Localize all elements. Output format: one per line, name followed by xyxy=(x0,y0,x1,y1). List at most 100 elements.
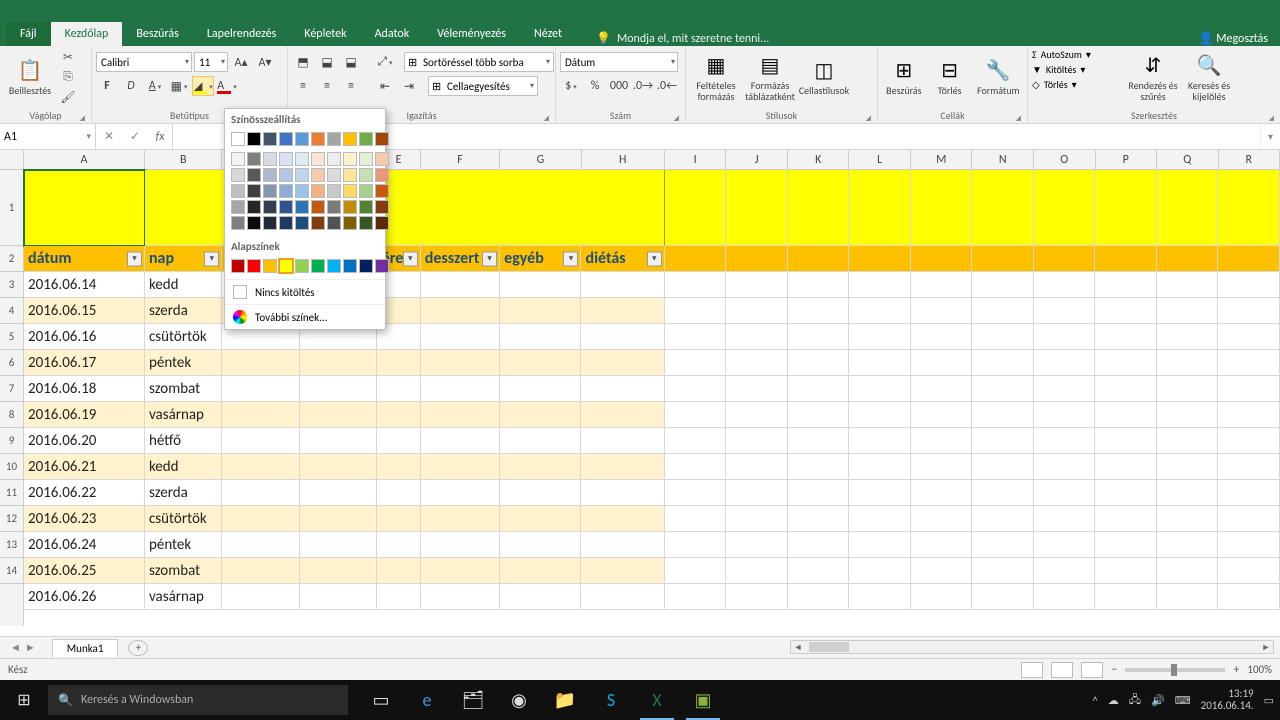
color-swatch[interactable] xyxy=(327,259,341,273)
cell[interactable] xyxy=(911,584,973,610)
col-head-Q[interactable]: Q xyxy=(1157,150,1219,169)
color-swatch[interactable] xyxy=(295,168,309,182)
color-swatch[interactable] xyxy=(279,132,293,146)
cell[interactable] xyxy=(377,350,421,376)
horizontal-scrollbar[interactable]: ◄► xyxy=(790,640,1274,654)
row-head-3[interactable]: 3 xyxy=(0,272,23,298)
color-swatch[interactable] xyxy=(311,132,325,146)
delete-cells-button[interactable]: ⊟Törlés xyxy=(928,48,972,106)
volume-icon[interactable]: 🔊 xyxy=(1151,694,1165,707)
shrink-font-button[interactable]: A▾ xyxy=(254,52,276,72)
cell[interactable] xyxy=(788,246,850,272)
cell[interactable] xyxy=(972,532,1034,558)
cell[interactable] xyxy=(726,428,788,454)
fx-icon[interactable]: fx xyxy=(148,130,172,144)
normal-view-button[interactable] xyxy=(1021,662,1043,678)
cell[interactable] xyxy=(1218,376,1280,402)
tab-beszúrás[interactable]: Beszúrás xyxy=(122,22,193,46)
col-head-R[interactable]: R xyxy=(1219,150,1280,169)
color-swatch[interactable] xyxy=(327,132,341,146)
cell[interactable] xyxy=(500,170,581,246)
color-swatch[interactable] xyxy=(311,168,325,182)
color-swatch[interactable] xyxy=(231,259,245,273)
cancel-formula-button[interactable]: ✕ xyxy=(96,129,122,144)
cell[interactable] xyxy=(1218,532,1280,558)
cell[interactable] xyxy=(421,480,500,506)
cell[interactable] xyxy=(377,428,421,454)
cell[interactable] xyxy=(849,246,911,272)
cell[interactable] xyxy=(1218,170,1280,246)
insert-cells-button[interactable]: ⊞Beszúrás xyxy=(882,48,926,106)
cell[interactable] xyxy=(500,454,581,480)
format-painter-button[interactable]: 🖌 xyxy=(58,88,78,106)
cell[interactable] xyxy=(665,324,727,350)
cell[interactable]: kedd xyxy=(145,454,222,480)
cell[interactable] xyxy=(222,584,299,610)
row-head-10[interactable]: 10 xyxy=(0,454,23,480)
cell[interactable] xyxy=(1157,584,1219,610)
cell[interactable] xyxy=(1157,350,1219,376)
cell[interactable] xyxy=(222,402,299,428)
col-head-J[interactable]: J xyxy=(726,150,788,169)
cell[interactable] xyxy=(1034,402,1096,428)
cell[interactable] xyxy=(421,170,500,246)
col-head-H[interactable]: H xyxy=(582,150,665,169)
format-cells-button[interactable]: 🔧Formátum xyxy=(974,48,1023,106)
cell[interactable] xyxy=(581,350,664,376)
color-swatch[interactable] xyxy=(375,184,389,198)
cell[interactable] xyxy=(849,272,911,298)
cell[interactable] xyxy=(1095,170,1157,246)
align-right-button[interactable]: ≡ xyxy=(340,76,362,96)
cell[interactable] xyxy=(1034,428,1096,454)
cell[interactable] xyxy=(1218,506,1280,532)
cell[interactable] xyxy=(500,532,581,558)
color-swatch[interactable] xyxy=(327,168,341,182)
font-family-combo[interactable]: Calibri xyxy=(96,52,192,72)
color-swatch[interactable] xyxy=(375,216,389,230)
cell[interactable] xyxy=(222,350,299,376)
tray-chevron-icon[interactable]: ^ xyxy=(1092,694,1097,707)
page-break-view-button[interactable] xyxy=(1081,662,1103,678)
cell[interactable] xyxy=(300,350,377,376)
cell[interactable] xyxy=(849,584,911,610)
cell[interactable] xyxy=(911,480,973,506)
color-swatch[interactable] xyxy=(247,132,261,146)
cell[interactable] xyxy=(665,246,727,272)
cell[interactable] xyxy=(1218,402,1280,428)
percent-button[interactable]: % xyxy=(584,76,606,96)
align-center-button[interactable]: ≡ xyxy=(316,76,338,96)
cell[interactable]: 2016.06.24 xyxy=(24,532,145,558)
language-icon[interactable]: ⌨ xyxy=(1175,694,1191,707)
excel-icon[interactable]: X xyxy=(634,680,680,720)
color-swatch[interactable] xyxy=(263,200,277,214)
row-head-8[interactable]: 8 xyxy=(0,402,23,428)
cell[interactable] xyxy=(1034,170,1096,246)
cell[interactable] xyxy=(581,324,664,350)
col-head-B[interactable]: B xyxy=(145,150,222,169)
color-swatch[interactable] xyxy=(359,216,373,230)
folder-icon[interactable]: 📁 xyxy=(542,680,588,720)
color-swatch[interactable] xyxy=(359,168,373,182)
color-swatch[interactable] xyxy=(247,200,261,214)
cell[interactable] xyxy=(500,402,581,428)
cell-styles-button[interactable]: ◫Cellastílusok xyxy=(798,48,850,106)
cell[interactable] xyxy=(972,272,1034,298)
system-tray[interactable]: ^ ☁ 🖧 🔊 ⌨ 13:19 2016.06.14. ▭ xyxy=(1092,688,1280,712)
color-swatch[interactable] xyxy=(247,184,261,198)
cell[interactable] xyxy=(726,324,788,350)
cell[interactable] xyxy=(300,428,377,454)
cell[interactable]: diétás▾ xyxy=(581,246,664,272)
color-swatch[interactable] xyxy=(263,152,277,166)
cell[interactable]: desszert▾ xyxy=(421,246,500,272)
cell[interactable] xyxy=(665,454,727,480)
cell[interactable] xyxy=(849,298,911,324)
cell[interactable] xyxy=(726,506,788,532)
col-head-G[interactable]: G xyxy=(500,150,581,169)
taskbar-clock[interactable]: 13:19 2016.06.14. xyxy=(1201,688,1254,712)
cell[interactable] xyxy=(222,376,299,402)
cell[interactable] xyxy=(1034,532,1096,558)
color-swatch[interactable] xyxy=(327,216,341,230)
row-head-12[interactable]: 12 xyxy=(0,506,23,532)
cell[interactable]: 2016.06.19 xyxy=(24,402,145,428)
cell[interactable] xyxy=(300,558,377,584)
